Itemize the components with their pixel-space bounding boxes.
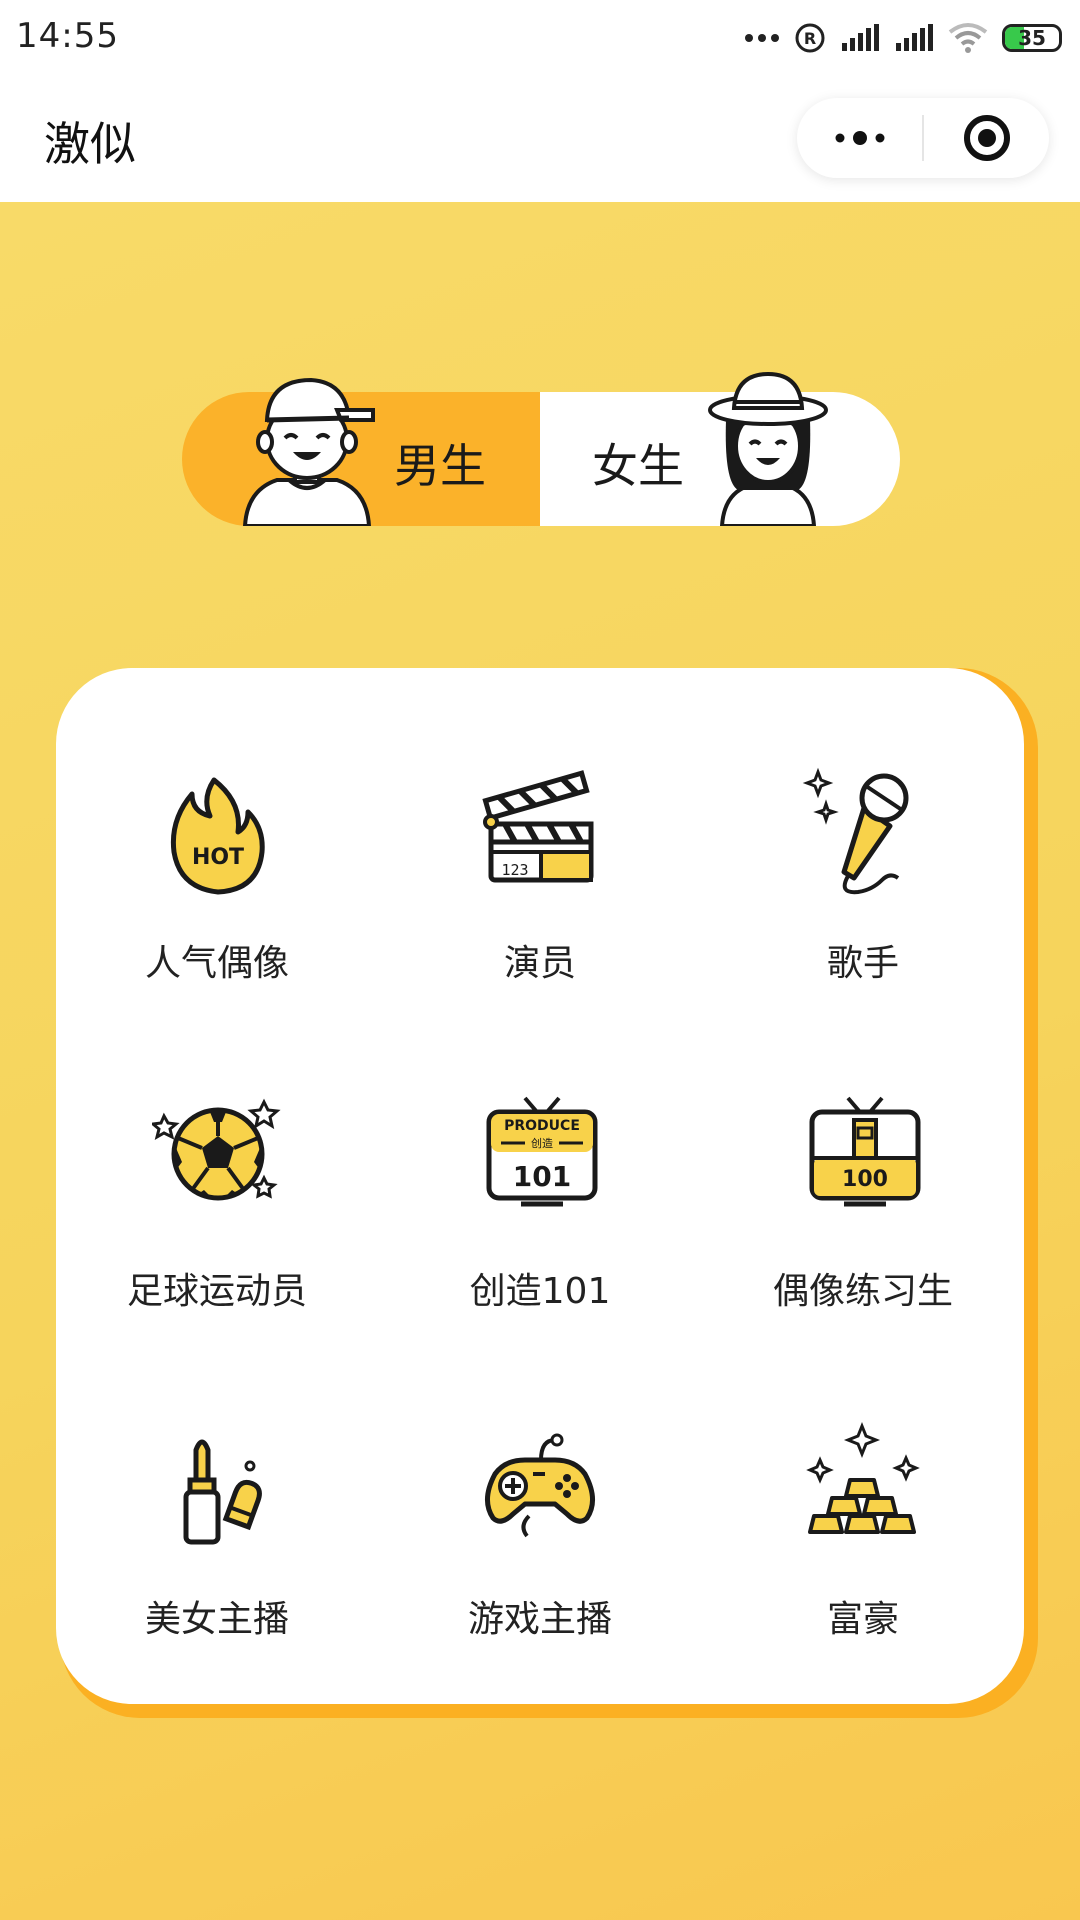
category-label: 人气偶像 — [144, 943, 289, 984]
chuangzao-text: 创造 — [531, 1136, 553, 1150]
more-dots-icon — [835, 131, 884, 145]
battery-icon: 35 — [1002, 24, 1062, 52]
app-title: 激似 — [44, 117, 136, 171]
gender-toggle: 男生 女生 — [182, 371, 900, 526]
status-bar: 14:55 R 35 — [0, 0, 1080, 78]
produce-text: PRODUCE — [504, 1118, 580, 1134]
produce-101-tv-icon: PRODUCE 创造 101 — [486, 1096, 598, 1207]
lipstick-nail-icon — [183, 1439, 262, 1545]
category-label: 游戏主播 — [467, 1599, 612, 1640]
category-produce-101[interactable]: PRODUCE 创造 101 创造101 — [379, 1092, 701, 1392]
target-circle-icon — [963, 115, 1010, 161]
more-button[interactable] — [797, 98, 922, 178]
category-label: 富豪 — [826, 1599, 899, 1640]
signal-icon — [842, 24, 879, 51]
svg-text:123: 123 — [501, 861, 528, 879]
close-button[interactable] — [924, 98, 1049, 178]
101-text: 101 — [513, 1160, 571, 1193]
status-time: 14:55 — [16, 16, 119, 56]
gamepad-icon — [485, 1433, 595, 1538]
category-label: 美女主播 — [144, 1599, 289, 1640]
category-actor[interactable]: 123 演员 — [379, 764, 701, 1064]
battery-level: 35 — [1018, 26, 1046, 50]
svg-text:R: R — [804, 29, 816, 48]
category-label: 创造101 — [469, 1271, 611, 1312]
female-label: 女生 — [592, 439, 684, 493]
category-idol-trainee[interactable]: 100 偶像练习生 — [702, 1092, 1024, 1392]
gold-bars-icon — [806, 1421, 920, 1534]
wifi-icon — [948, 23, 988, 53]
category-label: 足球运动员 — [126, 1271, 307, 1312]
boy-avatar-icon — [242, 377, 375, 526]
category-card: HOT 人气偶像 123 演员 歌手 足球运动员 PRODUCE 创造 101 … — [56, 668, 1024, 1704]
hot-flame-icon: HOT — [170, 777, 265, 895]
clapperboard-icon: 123 — [482, 770, 594, 883]
100-text: 100 — [842, 1167, 888, 1192]
idol-trainee-tv-icon: 100 — [809, 1096, 921, 1207]
capsule-menu — [797, 98, 1049, 178]
category-label: 偶像练习生 — [772, 1271, 953, 1312]
male-tab[interactable]: 男生 — [182, 377, 540, 526]
category-singer[interactable]: 歌手 — [702, 764, 1024, 1064]
female-tab[interactable]: 女生 — [540, 371, 900, 526]
status-icons: R 35 — [744, 18, 1062, 58]
signal-icon — [896, 24, 933, 51]
male-label: 男生 — [394, 439, 486, 493]
category-tycoon[interactable]: 富豪 — [702, 1420, 1024, 1720]
registered-icon: R — [795, 23, 825, 53]
soccer-ball-icon — [152, 1098, 281, 1201]
more-dots-icon — [745, 34, 779, 42]
category-label: 歌手 — [826, 943, 899, 984]
category-beauty-streamer[interactable]: 美女主播 — [56, 1420, 378, 1720]
category-popular-idol[interactable]: HOT 人气偶像 — [56, 764, 378, 1064]
category-label: 演员 — [503, 943, 576, 984]
girl-avatar-icon — [708, 371, 828, 526]
category-football-player[interactable]: 足球运动员 — [56, 1092, 378, 1392]
category-game-streamer[interactable]: 游戏主播 — [379, 1420, 701, 1720]
svg-text:HOT: HOT — [192, 845, 244, 870]
microphone-icon — [802, 767, 909, 895]
title-bar: 激似 — [0, 78, 1080, 202]
